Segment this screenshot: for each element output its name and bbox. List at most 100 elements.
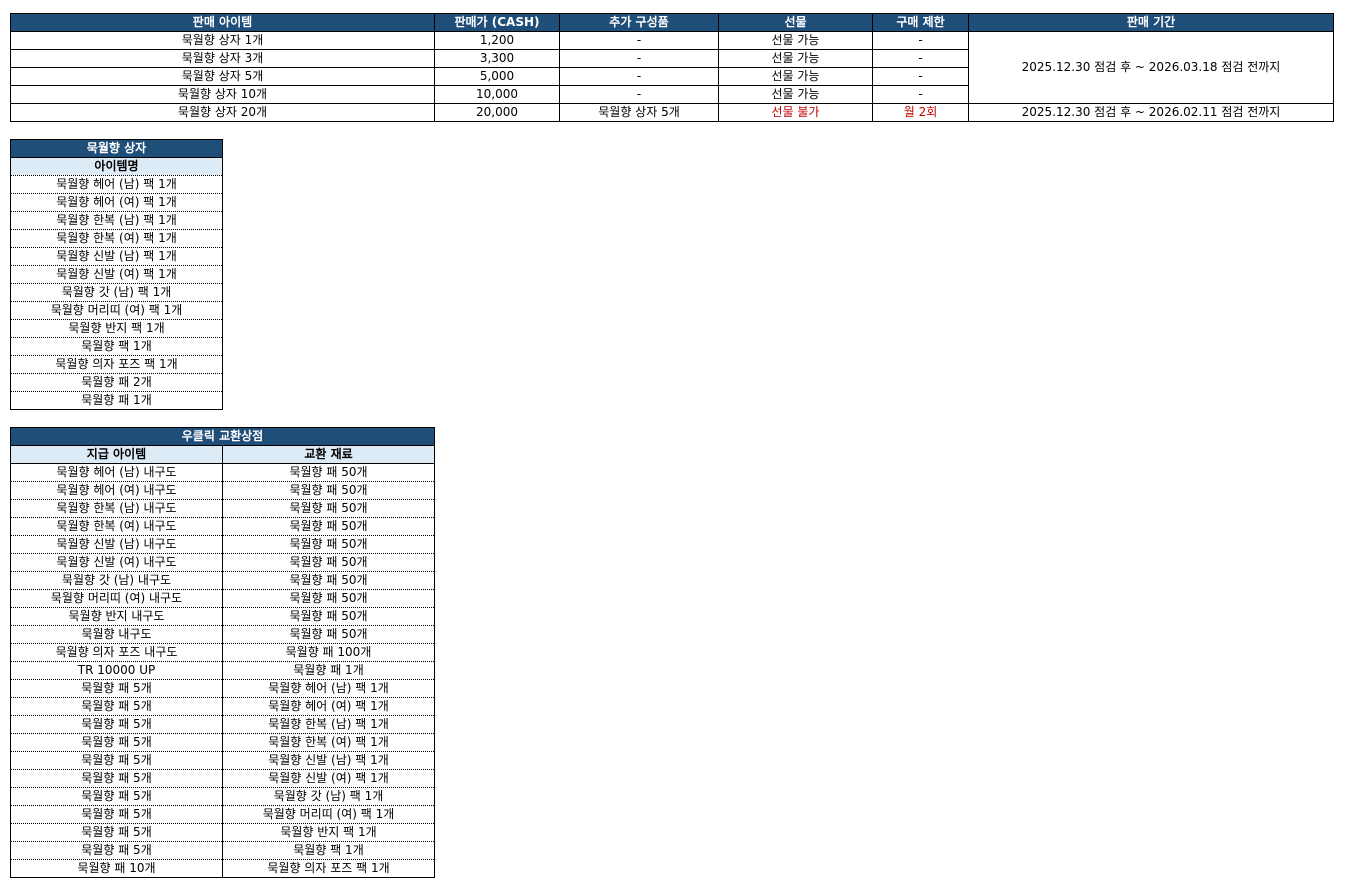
box-item: 묵월향 머리띠 (여) 팩 1개	[10, 301, 223, 320]
shop-title: 우클릭 교환상점	[10, 427, 435, 446]
shop-material: 묵월향 팩 1개	[222, 841, 435, 860]
shop-material: 묵월향 패 50개	[222, 571, 435, 590]
box-item-row: 묵월향 패 1개	[10, 391, 223, 410]
shop-row: 묵월향 의자 포즈 내구도 묵월향 패 100개	[10, 643, 435, 662]
sales-limit: -	[872, 49, 969, 68]
shop-material: 묵월향 한복 (여) 팩 1개	[222, 733, 435, 752]
shop-give: 묵월향 내구도	[10, 625, 223, 644]
shop-material: 묵월향 패 100개	[222, 643, 435, 662]
shop-row: 묵월향 내구도 묵월향 패 50개	[10, 625, 435, 644]
box-item-row: 묵월향 신발 (남) 팩 1개	[10, 247, 223, 266]
box-item: 묵월향 헤어 (남) 팩 1개	[10, 175, 223, 194]
shop-material: 묵월향 머리띠 (여) 팩 1개	[222, 805, 435, 824]
box-column-header: 아이템명	[10, 157, 223, 176]
shop-give: 묵월향 패 10개	[10, 859, 223, 878]
box-item-row: 묵월향 팩 1개	[10, 337, 223, 356]
box-subheader-row: 아이템명	[10, 157, 223, 176]
exchange-shop-body: 우클릭 교환상점 지급 아이템 교환 재료 묵월향 헤어 (남) 내구도 묵월향 …	[10, 427, 435, 878]
box-item-row: 묵월향 헤어 (남) 팩 1개	[10, 175, 223, 194]
sales-price: 20,000	[434, 103, 560, 122]
shop-row: 묵월향 패 5개 묵월향 신발 (여) 팩 1개	[10, 769, 435, 788]
box-item-row: 묵월향 갓 (남) 팩 1개	[10, 283, 223, 302]
shop-material: 묵월향 한복 (남) 팩 1개	[222, 715, 435, 734]
header-item: 판매 아이템	[10, 13, 435, 32]
sales-limit-restricted: 월 2회	[872, 103, 969, 122]
shop-material: 묵월향 패 50개	[222, 463, 435, 482]
sales-extra: 묵월향 상자 5개	[559, 103, 719, 122]
shop-row: 묵월향 갓 (남) 내구도 묵월향 패 50개	[10, 571, 435, 590]
box-item: 묵월향 팩 1개	[10, 337, 223, 356]
shop-give: 묵월향 패 5개	[10, 715, 223, 734]
box-item: 묵월향 헤어 (여) 팩 1개	[10, 193, 223, 212]
box-item: 묵월향 신발 (남) 팩 1개	[10, 247, 223, 266]
shop-title-row: 우클릭 교환상점	[10, 427, 435, 446]
shop-material: 묵월향 패 50개	[222, 499, 435, 518]
shop-material: 묵월향 패 50개	[222, 517, 435, 536]
shop-material: 묵월향 헤어 (남) 팩 1개	[222, 679, 435, 698]
header-extra: 추가 구성품	[559, 13, 719, 32]
sales-row: 묵월향 상자 1개 1,200 - 선물 가능 - 2025.12.30 점검 …	[10, 31, 1334, 104]
sales-limit: -	[872, 67, 969, 86]
shop-row: 묵월향 반지 내구도 묵월향 패 50개	[10, 607, 435, 626]
shop-subheader-row: 지급 아이템 교환 재료	[10, 445, 435, 464]
shop-give: 묵월향 패 5개	[10, 787, 223, 806]
shop-give: 묵월향 의자 포즈 내구도	[10, 643, 223, 662]
shop-material: 묵월향 신발 (남) 팩 1개	[222, 751, 435, 770]
box-item-row: 묵월향 신발 (여) 팩 1개	[10, 265, 223, 284]
shop-give: 묵월향 패 5개	[10, 823, 223, 842]
shop-give: 묵월향 반지 내구도	[10, 607, 223, 626]
exchange-shop-table: 우클릭 교환상점 지급 아이템 교환 재료 묵월향 헤어 (남) 내구도 묵월향 …	[10, 427, 435, 878]
shop-row: 묵월향 한복 (여) 내구도 묵월향 패 50개	[10, 517, 435, 536]
shop-material: 묵월향 패 50개	[222, 553, 435, 572]
shop-give: 묵월향 갓 (남) 내구도	[10, 571, 223, 590]
box-item-row: 묵월향 한복 (여) 팩 1개	[10, 229, 223, 248]
shop-give: 묵월향 패 5개	[10, 841, 223, 860]
box-item: 묵월향 패 1개	[10, 391, 223, 410]
box-item: 묵월향 한복 (여) 팩 1개	[10, 229, 223, 248]
shop-give: 묵월향 패 5개	[10, 805, 223, 824]
header-limit: 구매 제한	[872, 13, 969, 32]
shop-row: 묵월향 패 5개 묵월향 팩 1개	[10, 841, 435, 860]
box-item: 묵월향 반지 팩 1개	[10, 319, 223, 338]
sales-header-row: 판매 아이템 판매가 (CASH) 추가 구성품 선물 구매 제한 판매 기간	[10, 13, 1334, 32]
box-item: 묵월향 신발 (여) 팩 1개	[10, 265, 223, 284]
shop-material: 묵월향 패 50개	[222, 589, 435, 608]
sales-item: 묵월향 상자 5개	[10, 67, 435, 86]
sales-gift: 선물 가능	[718, 49, 873, 68]
shop-give: 묵월향 패 5개	[10, 751, 223, 770]
sales-extra: -	[559, 85, 719, 104]
box-title: 묵월향 상자	[10, 139, 223, 158]
sales-table: 판매 아이템 판매가 (CASH) 추가 구성품 선물 구매 제한 판매 기간 …	[10, 13, 1334, 122]
box-item: 묵월향 한복 (남) 팩 1개	[10, 211, 223, 230]
shop-give: 묵월향 패 5개	[10, 679, 223, 698]
shop-row: 묵월향 신발 (여) 내구도 묵월향 패 50개	[10, 553, 435, 572]
sales-item: 묵월향 상자 1개	[10, 31, 435, 50]
shop-material: 묵월향 의자 포즈 팩 1개	[222, 859, 435, 878]
shop-material: 묵월향 패 1개	[222, 661, 435, 680]
shop-give: 묵월향 신발 (여) 내구도	[10, 553, 223, 572]
shop-row: 묵월향 패 5개 묵월향 헤어 (여) 팩 1개	[10, 697, 435, 716]
shop-row: TR 10000 UP 묵월향 패 1개	[10, 661, 435, 680]
shop-material: 묵월향 패 50개	[222, 607, 435, 626]
sales-price: 3,300	[434, 49, 560, 68]
box-contents-table: 묵월향 상자 아이템명 묵월향 헤어 (남) 팩 1개 묵월향 헤어 (여) 팩 …	[10, 139, 223, 410]
sales-period-last: 2025.12.30 점검 후 ~ 2026.02.11 점검 전까지	[968, 103, 1334, 122]
box-title-row: 묵월향 상자	[10, 139, 223, 158]
sales-extra: -	[559, 31, 719, 50]
sales-gift: 선물 가능	[718, 31, 873, 50]
header-price: 판매가 (CASH)	[434, 13, 560, 32]
shop-material: 묵월향 신발 (여) 팩 1개	[222, 769, 435, 788]
header-period: 판매 기간	[968, 13, 1334, 32]
shop-give: 묵월향 머리띠 (여) 내구도	[10, 589, 223, 608]
sales-gift: 선물 가능	[718, 85, 873, 104]
sales-item: 묵월향 상자 20개	[10, 103, 435, 122]
header-gift: 선물	[718, 13, 873, 32]
shop-row: 묵월향 패 5개 묵월향 반지 팩 1개	[10, 823, 435, 842]
box-item: 묵월향 갓 (남) 팩 1개	[10, 283, 223, 302]
shop-row: 묵월향 패 5개 묵월향 헤어 (남) 팩 1개	[10, 679, 435, 698]
shop-give: 묵월향 한복 (여) 내구도	[10, 517, 223, 536]
shop-give: TR 10000 UP	[10, 661, 223, 680]
shop-material: 묵월향 갓 (남) 팩 1개	[222, 787, 435, 806]
box-item: 묵월향 의자 포즈 팩 1개	[10, 355, 223, 374]
shop-column-material: 교환 재료	[222, 445, 435, 464]
